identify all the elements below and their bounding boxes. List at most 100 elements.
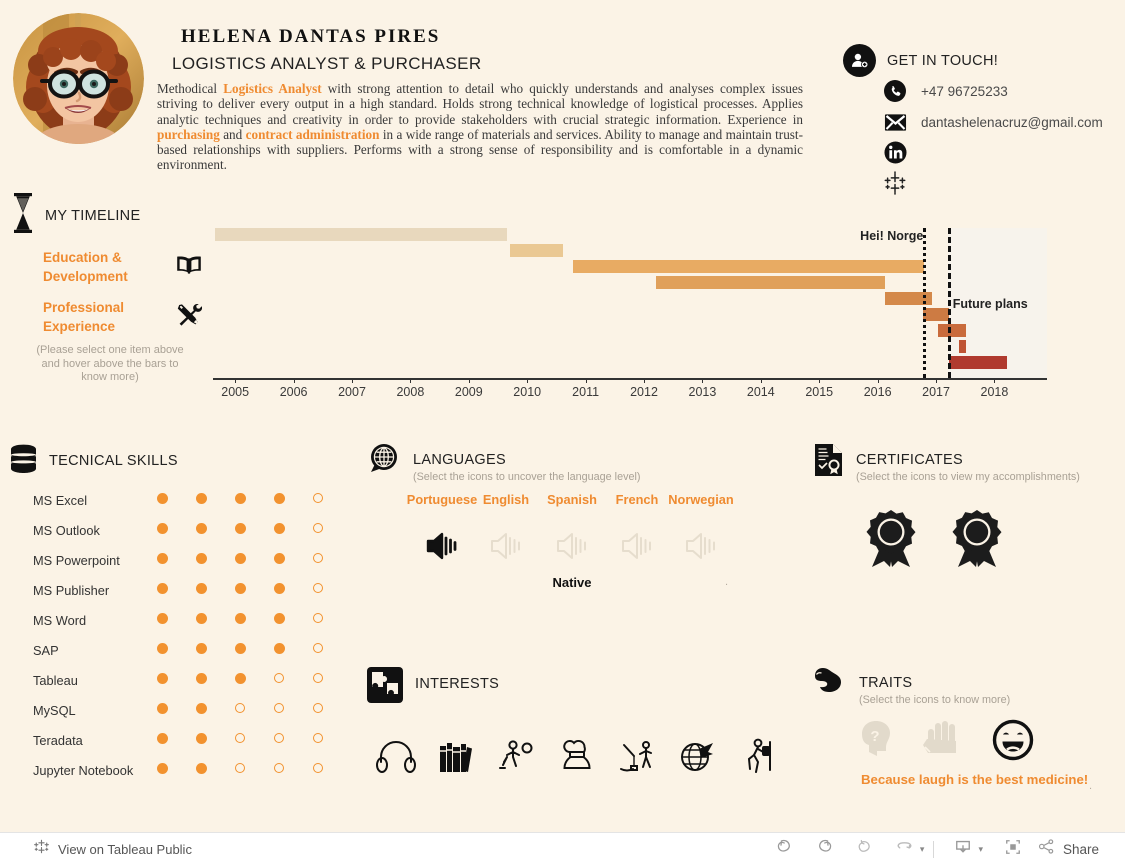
skill-dot-filled [157,643,168,654]
skill-dot-empty [313,763,323,773]
speaker-icon[interactable] [424,529,460,568]
timeline-option-education[interactable]: Education & Development [43,248,202,286]
share-button[interactable]: Share [1033,837,1107,861]
axis-tick-label: 2006 [279,385,308,399]
award-ribbon-icon[interactable] [948,508,1006,575]
timeline-annotation: Future plans [952,297,1028,311]
undo-icon [775,837,794,861]
timeline-header: MY TIMELINE [13,193,140,238]
speaker-icon[interactable] [683,529,719,568]
certificates-subtitle: (Select the icons to view my accomplishm… [856,471,1080,483]
hands-icon[interactable] [922,719,964,762]
summary-paragraph: Methodical Logistics Analyst with strong… [157,81,804,173]
refresh-icon [894,836,915,862]
skill-dot-empty [274,703,284,713]
timeline-title: MY TIMELINE [45,207,141,224]
timeline-bar[interactable] [948,356,1008,369]
timeline-bar[interactable] [959,340,967,353]
skill-dot-filled [157,703,168,714]
database-icon [10,444,37,481]
chef-hat-icon[interactable] [557,738,597,779]
timeline-chart[interactable]: Hei! Norge Future plans [213,228,1047,378]
contact-email-row[interactable]: dantashelenacruz@gmail.com [882,109,1103,135]
timeline-bar[interactable] [214,228,508,241]
skill-dot-empty [274,673,284,683]
language-level: Native [552,575,592,590]
books-icon[interactable] [436,738,476,779]
skill-dot-empty [313,613,323,623]
skill-dot-filled [235,523,246,534]
axis-tick-label: 2015 [805,385,834,399]
traits-decoration-dot: . [1089,780,1093,792]
refresh-button[interactable] [885,833,925,865]
phone-value: +47 96725233 [921,83,1008,99]
fishing-icon[interactable] [617,738,657,779]
page-title: HELENA DANTAS PIRES [181,26,441,47]
share-icon [1037,837,1056,861]
speaker-icon[interactable] [488,529,524,568]
skill-dot-filled [235,643,246,654]
revert-button[interactable] [845,833,885,865]
tools-icon[interactable] [176,302,203,333]
axis-tick [760,378,762,383]
axis-tick-label: 2016 [863,385,892,399]
timeline-option-experience[interactable]: Professional Experience [43,298,203,336]
book-icon[interactable] [176,255,202,280]
skill-name: MS Excel [33,493,88,508]
phone-icon [882,78,908,104]
skill-dot-empty [313,493,323,503]
axis-tick-label: 2012 [630,385,658,399]
skill-dot-filled [196,583,207,594]
skill-name: Jupyter Notebook [33,763,134,778]
speaker-icon[interactable] [619,529,655,568]
languages-decoration-dot: . [725,576,729,588]
globe-travel-icon[interactable] [677,738,717,779]
skill-dot-filled [196,643,207,654]
timeline-annotation: Hei! Norge [860,229,924,243]
hiking-icon[interactable] [737,738,777,779]
traits-subtitle: (Select the icons to know more) [859,694,1011,706]
undo-button[interactable] [765,833,805,865]
headphones-icon[interactable] [376,738,416,779]
contact-tableau-row[interactable] [882,170,908,196]
timeline-option-experience-label: Professional Experience [43,300,125,334]
tableau-icon[interactable] [882,170,908,196]
timeline-bar[interactable] [937,324,967,337]
axis-tick-label: 2009 [454,385,483,399]
timeline-bar[interactable] [923,308,949,321]
toolbar-caret-2[interactable]: ▾ [978,844,983,855]
toolbar-caret-1[interactable]: ▾ [920,844,925,855]
fullscreen-button[interactable] [993,833,1033,865]
skill-dot-filled [274,523,285,534]
timeline-bar[interactable] [655,276,886,289]
contact-phone-row[interactable]: +47 96725233 [882,78,1008,104]
speaker-icon[interactable] [554,529,590,568]
axis-tick-label: 2008 [396,385,425,399]
download-button[interactable] [943,833,983,865]
skill-dot-filled [157,583,168,594]
user-plus-icon [843,44,876,77]
timeline-option-education-label: Education & Development [43,250,128,284]
axis-tick [585,378,587,383]
ball-player-icon[interactable] [496,738,536,779]
timeline-bar[interactable] [509,244,564,257]
contact-title: GET IN TOUCH! [887,52,999,69]
redo-button[interactable] [805,833,845,865]
linkedin-icon[interactable] [882,139,908,165]
muscle-arm-icon [813,666,847,701]
award-ribbon-icon[interactable] [862,508,920,575]
laughing-face-icon[interactable] [992,719,1034,766]
thinking-head-icon[interactable]: ? [856,719,894,764]
skills-title: TECNICAL SKILLS [49,453,178,469]
skill-dot-filled [196,613,207,624]
axis-tick [702,378,704,383]
skill-dot-filled [157,733,168,744]
skill-dot-empty [313,703,323,713]
timeline-bar[interactable] [572,260,925,273]
languages-header: LANGUAGES (Select the icons to uncover th… [367,443,640,483]
view-on-tableau-public-button[interactable]: View on Tableau Public [33,838,192,860]
resume-dashboard: HELENA DANTAS PIRES LOGISTICS ANALYST & … [0,0,1125,832]
contact-linkedin-row[interactable] [882,139,908,165]
skill-dot-filled [235,583,246,594]
skill-name: MySQL [33,703,76,718]
